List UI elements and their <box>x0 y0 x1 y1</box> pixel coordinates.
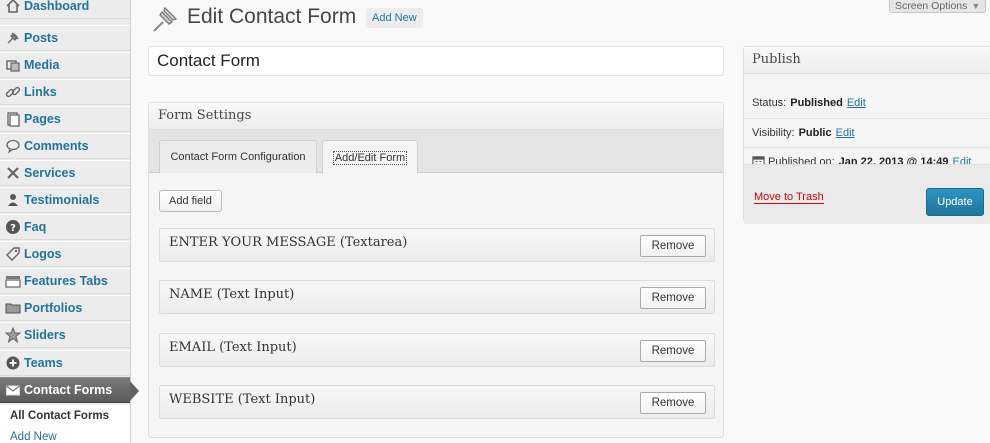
menu-item-label: Features Tabs <box>24 274 108 288</box>
menu-item-label: Pages <box>24 112 61 126</box>
field-row[interactable]: NAME (Text Input) Remove <box>159 280 715 314</box>
form-settings-box: Form Settings Contact Form Configuration… <box>148 102 724 438</box>
visibility-value: Public <box>798 127 832 139</box>
submenu-add-new[interactable]: Add New <box>10 431 57 443</box>
tools-icon <box>4 164 22 182</box>
update-button[interactable]: Update <box>926 188 984 216</box>
pages-icon <box>4 110 22 128</box>
link-icon <box>4 83 22 101</box>
menu-item-dashboard[interactable]: Dashboard <box>0 0 130 19</box>
menu-item-label: Posts <box>24 31 59 45</box>
star-icon <box>4 326 22 344</box>
publish-actions: Move to Trash Update <box>744 164 990 224</box>
status-row: Status: Published Edit <box>752 97 866 109</box>
menu-item-label: Testimonials <box>24 193 100 207</box>
comment-icon <box>4 137 22 155</box>
menu-item-posts[interactable]: Posts <box>0 25 130 51</box>
plus-circle-icon <box>4 354 22 372</box>
folder-icon <box>4 299 22 317</box>
menu-item-pages[interactable]: Pages <box>0 106 130 132</box>
field-label: WEBSITE (Text Input) <box>169 392 316 407</box>
move-to-trash-link[interactable]: Move to Trash <box>754 191 824 204</box>
menu-item-label: Media <box>24 58 60 72</box>
contact-forms-submenu: All Contact Forms Add New <box>0 405 130 443</box>
tab-contact-form-configuration[interactable]: Contact Form Configuration <box>159 140 317 173</box>
menu-item-label: Sliders <box>24 328 66 342</box>
publish-box: Publish Status: Published Edit Visibilit… <box>743 46 990 224</box>
menu-item-portfolios[interactable]: Portfolios <box>0 295 130 321</box>
menu-item-links[interactable]: Links <box>0 79 130 105</box>
form-settings-title: Form Settings <box>149 103 723 130</box>
menu-item-media[interactable]: Media <box>0 52 130 78</box>
page-title: Edit Contact Form <box>187 5 357 28</box>
menu-item-label: Portfolios <box>24 301 83 315</box>
menu-item-label: Services <box>24 166 76 180</box>
submenu-all-contact-forms[interactable]: All Contact Forms <box>10 410 109 422</box>
question-icon: ? <box>4 218 22 236</box>
media-icon <box>4 56 22 74</box>
edit-status-link[interactable]: Edit <box>847 97 866 109</box>
field-label: NAME (Text Input) <box>169 287 295 302</box>
publish-title: Publish <box>744 47 990 74</box>
pushpin-icon <box>4 29 22 47</box>
field-label: ENTER YOUR MESSAGE (Textarea) <box>169 235 408 250</box>
svg-text:?: ? <box>10 223 16 234</box>
status-label: Status: <box>752 97 787 109</box>
remove-field-button[interactable]: Remove <box>640 287 706 309</box>
tab-label: Contact Form Configuration <box>170 151 306 163</box>
tab-add-edit-form[interactable]: Add/Edit Form <box>322 140 418 174</box>
menu-item-sliders[interactable]: Sliders <box>0 322 130 348</box>
visibility-row: Visibility: Public Edit <box>752 127 855 139</box>
menu-item-logos[interactable]: Logos <box>0 241 130 267</box>
tab-label: Add/Edit Form <box>332 150 408 165</box>
menu-item-label: Contact Forms <box>24 383 113 397</box>
admin-sidebar: Dashboard Posts Media Links Pages Commen… <box>0 0 139 443</box>
field-label: EMAIL (Text Input) <box>169 340 297 355</box>
screen-options-button[interactable]: Screen Options ▼ <box>889 0 986 13</box>
field-row[interactable]: EMAIL (Text Input) Remove <box>159 333 715 367</box>
chevron-down-icon: ▼ <box>971 0 981 11</box>
field-row[interactable]: ENTER YOUR MESSAGE (Textarea) Remove <box>159 228 715 262</box>
home-icon <box>4 0 22 15</box>
menu-item-label: Faq <box>24 220 47 234</box>
envelope-icon <box>4 381 22 399</box>
remove-field-button[interactable]: Remove <box>640 392 706 414</box>
edit-visibility-link[interactable]: Edit <box>836 127 855 139</box>
menu-item-faq[interactable]: ? Faq <box>0 214 130 240</box>
menu-item-label: Comments <box>24 139 89 153</box>
title-input[interactable] <box>148 46 724 76</box>
add-field-button[interactable]: Add field <box>159 190 222 212</box>
visibility-label: Visibility: <box>752 127 795 139</box>
menu-item-label: Links <box>24 85 57 99</box>
user-icon <box>4 191 22 209</box>
add-new-button[interactable]: Add New <box>366 8 423 28</box>
field-row[interactable]: WEBSITE (Text Input) Remove <box>159 385 715 419</box>
menu-item-label: Logos <box>24 247 62 261</box>
status-value: Published <box>790 97 843 109</box>
menu-item-contact-forms[interactable]: Contact Forms <box>0 377 139 403</box>
menu-item-label: Teams <box>24 356 63 370</box>
menu-item-comments[interactable]: Comments <box>0 133 130 159</box>
form-settings-tabs: Contact Form Configuration Add/Edit Form <box>149 130 723 174</box>
tabs-icon <box>4 272 22 290</box>
menu-item-features-tabs[interactable]: Features Tabs <box>0 268 130 294</box>
menu-item-services[interactable]: Services <box>0 160 130 186</box>
remove-field-button[interactable]: Remove <box>640 235 706 257</box>
screen-options-label: Screen Options <box>895 0 968 12</box>
pushpin-icon <box>150 4 180 34</box>
menu-item-teams[interactable]: Teams <box>0 350 130 376</box>
remove-field-button[interactable]: Remove <box>640 340 706 362</box>
tag-icon <box>4 245 22 263</box>
menu-item-label: Dashboard <box>24 0 90 13</box>
divider <box>744 118 990 119</box>
divider <box>744 147 990 148</box>
menu-item-testimonials[interactable]: Testimonials <box>0 187 130 213</box>
